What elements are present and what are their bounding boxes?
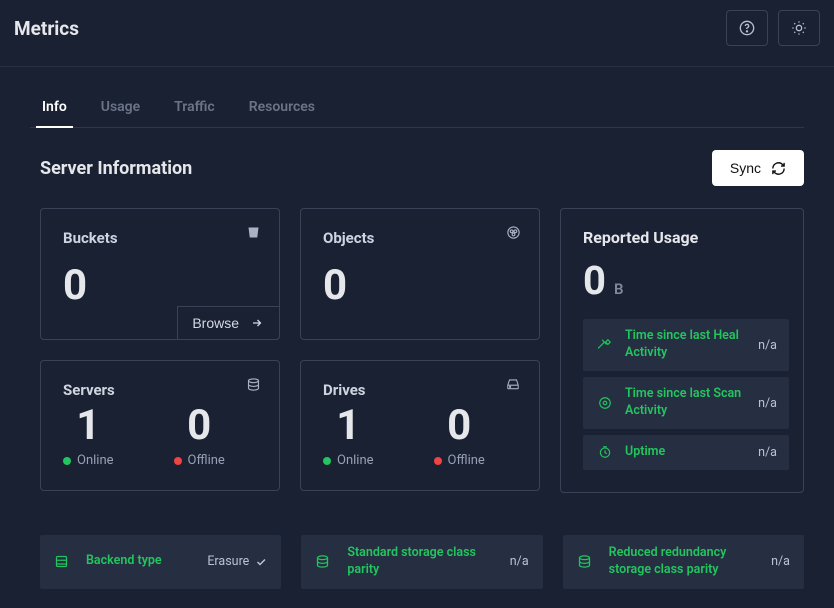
- online-label: Online: [77, 453, 114, 468]
- usage-unit: B: [614, 280, 624, 298]
- servers-title: Servers: [63, 381, 257, 399]
- standard-parity-pill: Standard storage class parity n/a: [301, 535, 542, 589]
- help-button[interactable]: [726, 10, 768, 46]
- sun-icon: [791, 20, 807, 36]
- reported-usage-card: Reported Usage 0 B Time since last Heal …: [560, 208, 804, 493]
- bottom-info-row: Backend type Erasure Standard storage cl…: [30, 535, 804, 589]
- stat-scan-label: Time since last Scan Activity: [625, 386, 748, 420]
- reported-usage-title: Reported Usage: [583, 227, 789, 249]
- browse-label: Browse: [192, 315, 239, 331]
- drives-title: Drives: [323, 381, 517, 399]
- tab-traffic[interactable]: Traffic: [172, 89, 217, 127]
- objects-icon: [506, 225, 521, 240]
- page-title: Metrics: [14, 17, 79, 40]
- drive-icon: [505, 377, 521, 391]
- tab-usage[interactable]: Usage: [99, 89, 142, 127]
- objects-card: Objects 0: [300, 208, 540, 340]
- reduced-parity-pill: Reduced redundancy storage class parity …: [563, 535, 804, 589]
- status-dot-green: [323, 457, 331, 465]
- usage-number: 0: [583, 261, 606, 301]
- online-label: Online: [337, 453, 374, 468]
- buckets-card: Buckets 0 Browse: [40, 208, 280, 340]
- offline-label: Offline: [448, 453, 485, 468]
- drives-online-count: 1: [323, 405, 374, 447]
- buckets-title: Buckets: [63, 229, 257, 247]
- content: Info Usage Traffic Resources Server Info…: [0, 67, 834, 589]
- stat-heal-value: n/a: [758, 338, 777, 353]
- help-icon: [739, 20, 755, 36]
- section-header: Server Information Sync: [30, 150, 804, 186]
- drives-card: Drives 1 Online 0 Offline: [300, 360, 540, 491]
- stat-heal-label: Time since last Heal Activity: [625, 328, 748, 362]
- offline-label: Offline: [188, 453, 225, 468]
- tabs: Info Usage Traffic Resources: [30, 89, 804, 128]
- arrow-right-icon: [249, 317, 265, 329]
- refresh-icon: [771, 161, 786, 176]
- drives-offline: 0 Offline: [434, 405, 485, 468]
- reported-usage-value: 0 B: [583, 261, 789, 301]
- stat-uptime: Uptime n/a: [583, 435, 789, 470]
- backend-type-text: Erasure: [207, 554, 249, 569]
- header-actions: [726, 10, 820, 46]
- drives-online: 1 Online: [323, 405, 374, 468]
- servers-offline-count: 0: [174, 405, 225, 447]
- reduced-parity-label: Reduced redundancy storage class parity: [609, 545, 759, 579]
- status-dot-green: [63, 457, 71, 465]
- section-title: Server Information: [40, 158, 192, 179]
- drives-status: 1 Online 0 Offline: [323, 405, 517, 468]
- tab-resources[interactable]: Resources: [247, 89, 317, 127]
- standard-parity-label: Standard storage class parity: [347, 545, 497, 579]
- stat-uptime-value: n/a: [758, 445, 777, 460]
- page-header: Metrics: [0, 0, 834, 67]
- sync-label: Sync: [730, 160, 761, 176]
- standard-parity-value: n/a: [510, 554, 529, 569]
- servers-online-count: 1: [63, 405, 114, 447]
- check-icon: [255, 556, 267, 568]
- left-column: Buckets 0 Browse Servers: [40, 208, 280, 493]
- backend-type-label: Backend type: [86, 553, 195, 570]
- status-dot-red: [434, 457, 442, 465]
- drives-offline-count: 0: [434, 405, 485, 447]
- servers-status: 1 Online 0 Offline: [63, 405, 257, 468]
- servers-online: 1 Online: [63, 405, 114, 468]
- reduced-parity-value: n/a: [771, 554, 790, 569]
- servers-card: Servers 1 Online 0 Offline: [40, 360, 280, 491]
- uptime-icon: [595, 445, 615, 459]
- tab-info[interactable]: Info: [40, 89, 69, 127]
- heal-icon: [595, 338, 615, 352]
- scan-icon: [595, 396, 615, 410]
- stat-scan: Time since last Scan Activity n/a: [583, 377, 789, 429]
- server-icon: [246, 377, 261, 392]
- backend-type-value: Erasure: [207, 554, 267, 569]
- objects-value: 0: [323, 265, 517, 307]
- stat-heal: Time since last Heal Activity n/a: [583, 319, 789, 371]
- bucket-icon: [246, 225, 261, 240]
- sync-button[interactable]: Sync: [712, 150, 804, 186]
- buckets-value: 0: [63, 265, 257, 307]
- cards-grid: Buckets 0 Browse Servers: [30, 208, 804, 493]
- storage-icon: [54, 554, 74, 569]
- stat-scan-value: n/a: [758, 396, 777, 411]
- objects-title: Objects: [323, 229, 517, 247]
- status-dot-red: [174, 457, 182, 465]
- browse-button[interactable]: Browse: [177, 306, 280, 340]
- middle-column: Objects 0 Drives 1 Online 0: [300, 208, 540, 493]
- stat-uptime-label: Uptime: [625, 444, 748, 461]
- backend-type-pill: Backend type Erasure: [40, 535, 281, 589]
- storage-icon: [315, 554, 335, 569]
- theme-toggle-button[interactable]: [778, 10, 820, 46]
- servers-offline: 0 Offline: [174, 405, 225, 468]
- storage-icon: [577, 554, 597, 569]
